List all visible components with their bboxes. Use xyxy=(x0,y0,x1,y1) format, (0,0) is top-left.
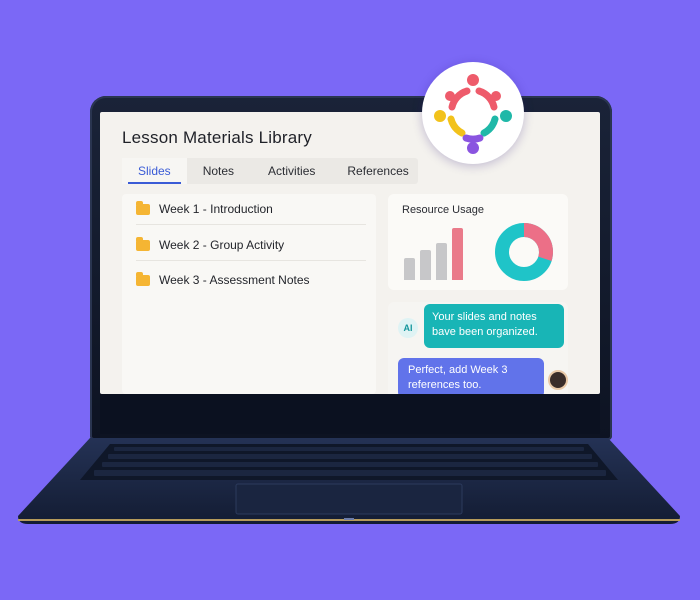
screen-bezel xyxy=(100,394,600,434)
file-name: Week 2 - Group Activity xyxy=(159,238,285,252)
file-name: Week 1 - Introduction xyxy=(159,202,273,216)
laptop-screen: Lesson Materials Library Slides Notes Ac… xyxy=(100,112,600,394)
user-message-bubble: Perfect, add Week 3 references too. xyxy=(398,358,544,394)
usage-bar xyxy=(404,258,415,280)
tab-activities[interactable]: Activities xyxy=(250,158,333,184)
usage-donut-chart xyxy=(495,223,553,281)
chat-panel: AI Your slides and notes bave been organ… xyxy=(388,302,568,394)
tab-references[interactable]: References xyxy=(333,158,422,184)
file-list: Week 1 - Introduction Week 2 - Group Act… xyxy=(122,194,376,394)
usage-bar xyxy=(452,228,463,280)
page-title: Lesson Materials Library xyxy=(122,128,312,147)
ai-message-bubble: Your slides and notes bave been organize… xyxy=(424,304,564,348)
usage-bar xyxy=(436,243,447,280)
list-item[interactable]: Week 1 - Introduction xyxy=(136,194,366,225)
tab-bar: Slides Notes Activities References xyxy=(122,158,418,184)
tab-slides[interactable]: Slides xyxy=(122,158,187,184)
scene: Lesson Materials Library Slides Notes Ac… xyxy=(0,0,700,600)
tab-notes[interactable]: Notes xyxy=(187,158,250,184)
folder-icon xyxy=(136,271,150,286)
resource-usage-title: Resource Usage xyxy=(402,204,484,216)
resource-usage-card: Resource Usage xyxy=(388,194,568,290)
list-item[interactable]: Week 2 - Group Activity xyxy=(136,230,366,261)
user-avatar xyxy=(548,370,568,390)
ai-avatar: AI xyxy=(398,318,418,338)
app-logo xyxy=(422,62,524,164)
file-name: Week 3 - Assessment Notes xyxy=(159,273,310,287)
people-circle-icon xyxy=(434,74,512,154)
folder-icon xyxy=(136,200,150,215)
laptop-keyboard-deck xyxy=(18,438,680,524)
usage-bar xyxy=(420,250,431,280)
folder-icon xyxy=(136,236,150,251)
list-item[interactable]: Week 3 - Assessment Notes xyxy=(136,265,366,295)
usage-bar-chart xyxy=(404,226,474,280)
